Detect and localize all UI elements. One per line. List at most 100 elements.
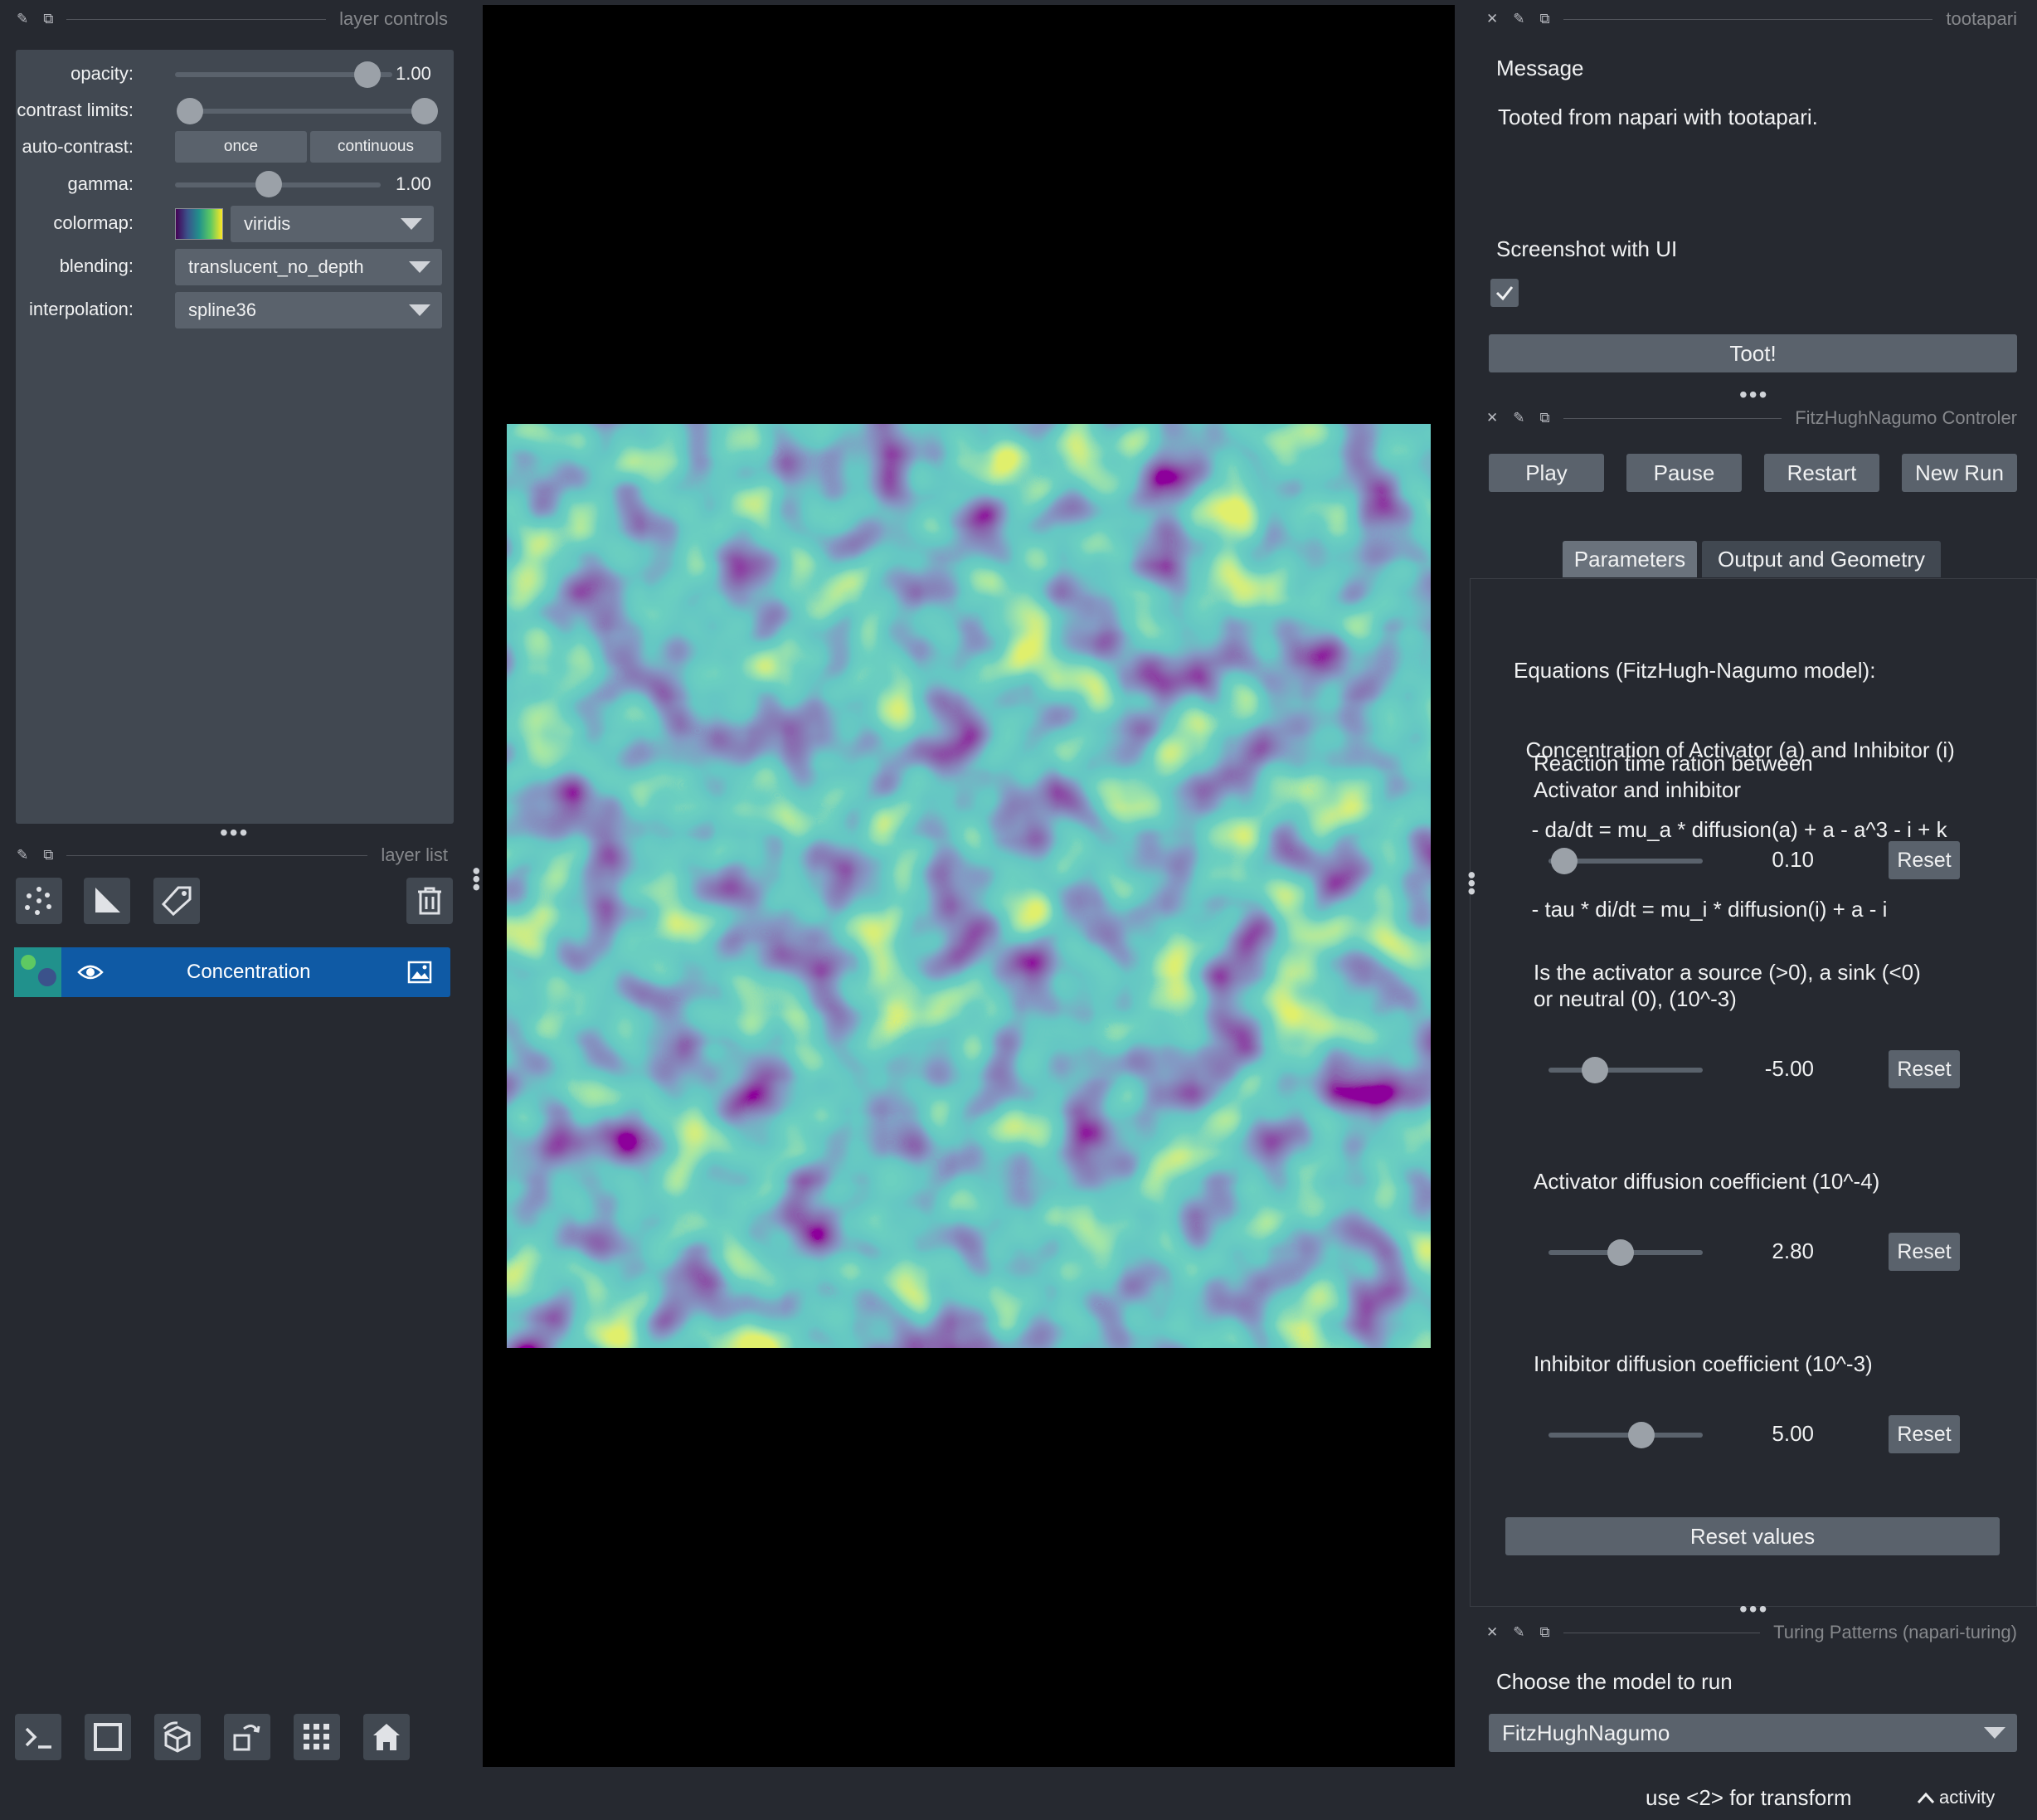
toot-button[interactable]: Toot! [1489, 334, 2017, 372]
float-icon[interactable]: ✎ [17, 11, 28, 27]
label-tag-icon [161, 886, 192, 917]
undock-icon[interactable]: ⧉ [1540, 1624, 1550, 1641]
colormap-dropdown[interactable]: viridis [231, 206, 434, 242]
tab-output-and-geometry[interactable]: Output and Geometry [1702, 541, 1941, 577]
home-icon [373, 1724, 400, 1750]
square-icon [94, 1723, 122, 1751]
cube-rotate-icon [163, 1721, 191, 1753]
ndisplay-button[interactable] [85, 1714, 131, 1760]
close-icon[interactable]: ✕ [1486, 410, 1498, 426]
grid-icon [304, 1724, 329, 1749]
opacity-value: 1.00 [396, 63, 431, 84]
interpolation-dropdown[interactable]: spline36 [175, 292, 442, 328]
undock-icon[interactable]: ⧉ [1540, 11, 1550, 27]
home-button[interactable] [363, 1714, 410, 1760]
right-dock-splitter[interactable]: ••• [1458, 871, 1485, 895]
screenshot-label: Screenshot with UI [1496, 236, 1678, 261]
float-icon[interactable]: ✎ [1513, 410, 1524, 426]
checkmark-icon [1495, 286, 1514, 301]
transpose-button[interactable] [224, 1714, 270, 1760]
console-button[interactable] [15, 1714, 61, 1760]
gamma-slider-handle[interactable] [255, 171, 282, 197]
layer-controls-header: ✎ ⧉ layer controls [17, 5, 448, 33]
image-layer-icon [407, 961, 432, 984]
undock-icon[interactable]: ⧉ [43, 11, 53, 27]
param-slider[interactable] [1548, 1068, 1703, 1073]
turing-header: ✕ ✎ ⧉ Turing Patterns (napari-turing) [1486, 1618, 2017, 1647]
close-icon[interactable]: ✕ [1486, 11, 1498, 27]
layer-controls-title: layer controls [339, 8, 448, 29]
chevron-down-icon [401, 218, 422, 230]
auto-contrast-label: auto-contrast: [22, 136, 134, 157]
continuous-button[interactable]: continuous [310, 131, 441, 163]
close-icon[interactable]: ✕ [1486, 1624, 1498, 1641]
contrast-high-handle[interactable] [411, 98, 438, 124]
once-button[interactable]: once [175, 131, 307, 163]
param-slider-handle[interactable] [1550, 848, 1578, 874]
reset-button[interactable]: Reset [1889, 1233, 1960, 1271]
reset-button[interactable]: Reset [1889, 1050, 1960, 1088]
param-slider[interactable] [1548, 1433, 1703, 1438]
float-icon[interactable]: ✎ [1513, 1624, 1524, 1641]
param-label: Reaction time ration between Activator a… [1534, 750, 1813, 803]
reset-button[interactable]: Reset [1889, 841, 1960, 879]
equation-line: - da/dt = mu_a * diffusion(a) + a - a^3 … [1514, 817, 1947, 842]
new-run-button[interactable]: New Run [1902, 454, 2017, 492]
activity-button[interactable]: activity [1916, 1787, 1995, 1808]
chevron-down-icon [1984, 1727, 2005, 1739]
layer-thumbnail [14, 947, 61, 997]
new-shapes-layer-button[interactable] [84, 878, 130, 924]
delete-layer-button[interactable] [406, 878, 453, 924]
turing-pattern-render [507, 424, 1431, 1348]
layer-list-title: layer list [381, 844, 448, 865]
colormap-value: viridis [244, 213, 291, 234]
status-hint: use <2> for transform [1646, 1785, 1852, 1810]
activity-label: activity [1939, 1787, 1996, 1808]
blending-label: blending: [59, 255, 134, 276]
interpolation-label: interpolation: [29, 299, 134, 319]
blending-dropdown[interactable]: translucent_no_depth [175, 249, 442, 285]
model-dropdown[interactable]: FitzHughNagumo [1489, 1714, 2017, 1752]
gamma-value: 1.00 [396, 173, 431, 194]
param-label: Is the activator a source (>0), a sink (… [1534, 959, 1921, 1012]
reset-button[interactable]: Reset [1889, 1415, 1960, 1453]
opacity-slider-handle[interactable] [354, 61, 381, 88]
roll-dims-button[interactable] [154, 1714, 201, 1760]
new-points-layer-button[interactable] [16, 878, 62, 924]
undock-icon[interactable]: ⧉ [43, 847, 53, 864]
reset-values-button[interactable]: Reset values [1505, 1517, 2000, 1555]
contrast-low-handle[interactable] [177, 98, 203, 124]
controler-title: FitzHughNagumo Controler [1795, 407, 2017, 428]
restart-button[interactable]: Restart [1764, 454, 1879, 492]
layer-controls-panel: opacity: 1.00 contrast limits: auto-cont… [16, 50, 454, 824]
screenshot-checkbox[interactable] [1490, 279, 1519, 307]
message-label: Message [1496, 56, 1584, 80]
chevron-down-icon [409, 261, 430, 273]
opacity-label: opacity: [70, 63, 134, 84]
message-text[interactable]: Tooted from napari with tootapari. [1498, 105, 1818, 130]
float-icon[interactable]: ✎ [1513, 11, 1524, 27]
param-slider-handle[interactable] [1627, 1422, 1655, 1448]
contrast-limits-slider[interactable] [190, 109, 435, 114]
param-value: 5.00 [1772, 1421, 1814, 1446]
new-labels-layer-button[interactable] [153, 878, 200, 924]
param-slider-handle[interactable] [1581, 1057, 1608, 1083]
layer-name: Concentration [187, 961, 311, 983]
grid-view-button[interactable] [294, 1714, 340, 1760]
param-label: Inhibitor diffusion coefficient (10^-3) [1534, 1350, 1873, 1377]
choose-model-label: Choose the model to run [1496, 1669, 1733, 1694]
layer-item-concentration[interactable]: Concentration [14, 947, 450, 997]
colormap-preview [175, 208, 223, 240]
play-button[interactable]: Play [1489, 454, 1604, 492]
eye-icon[interactable] [77, 962, 104, 982]
param-label-line: Activator diffusion coefficient (10^-4) [1534, 1169, 1880, 1194]
float-icon[interactable]: ✎ [17, 847, 28, 864]
param-slider-handle[interactable] [1607, 1239, 1635, 1266]
tootapari-header: ✕ ✎ ⧉ tootapari [1486, 5, 2017, 33]
pause-button[interactable]: Pause [1626, 454, 1742, 492]
tab-parameters[interactable]: Parameters [1563, 541, 1697, 577]
colormap-label: colormap: [53, 212, 134, 233]
undock-icon[interactable]: ⧉ [1540, 410, 1550, 426]
points-icon [25, 887, 51, 915]
param-label-line: Reaction time ration between [1534, 751, 1813, 776]
